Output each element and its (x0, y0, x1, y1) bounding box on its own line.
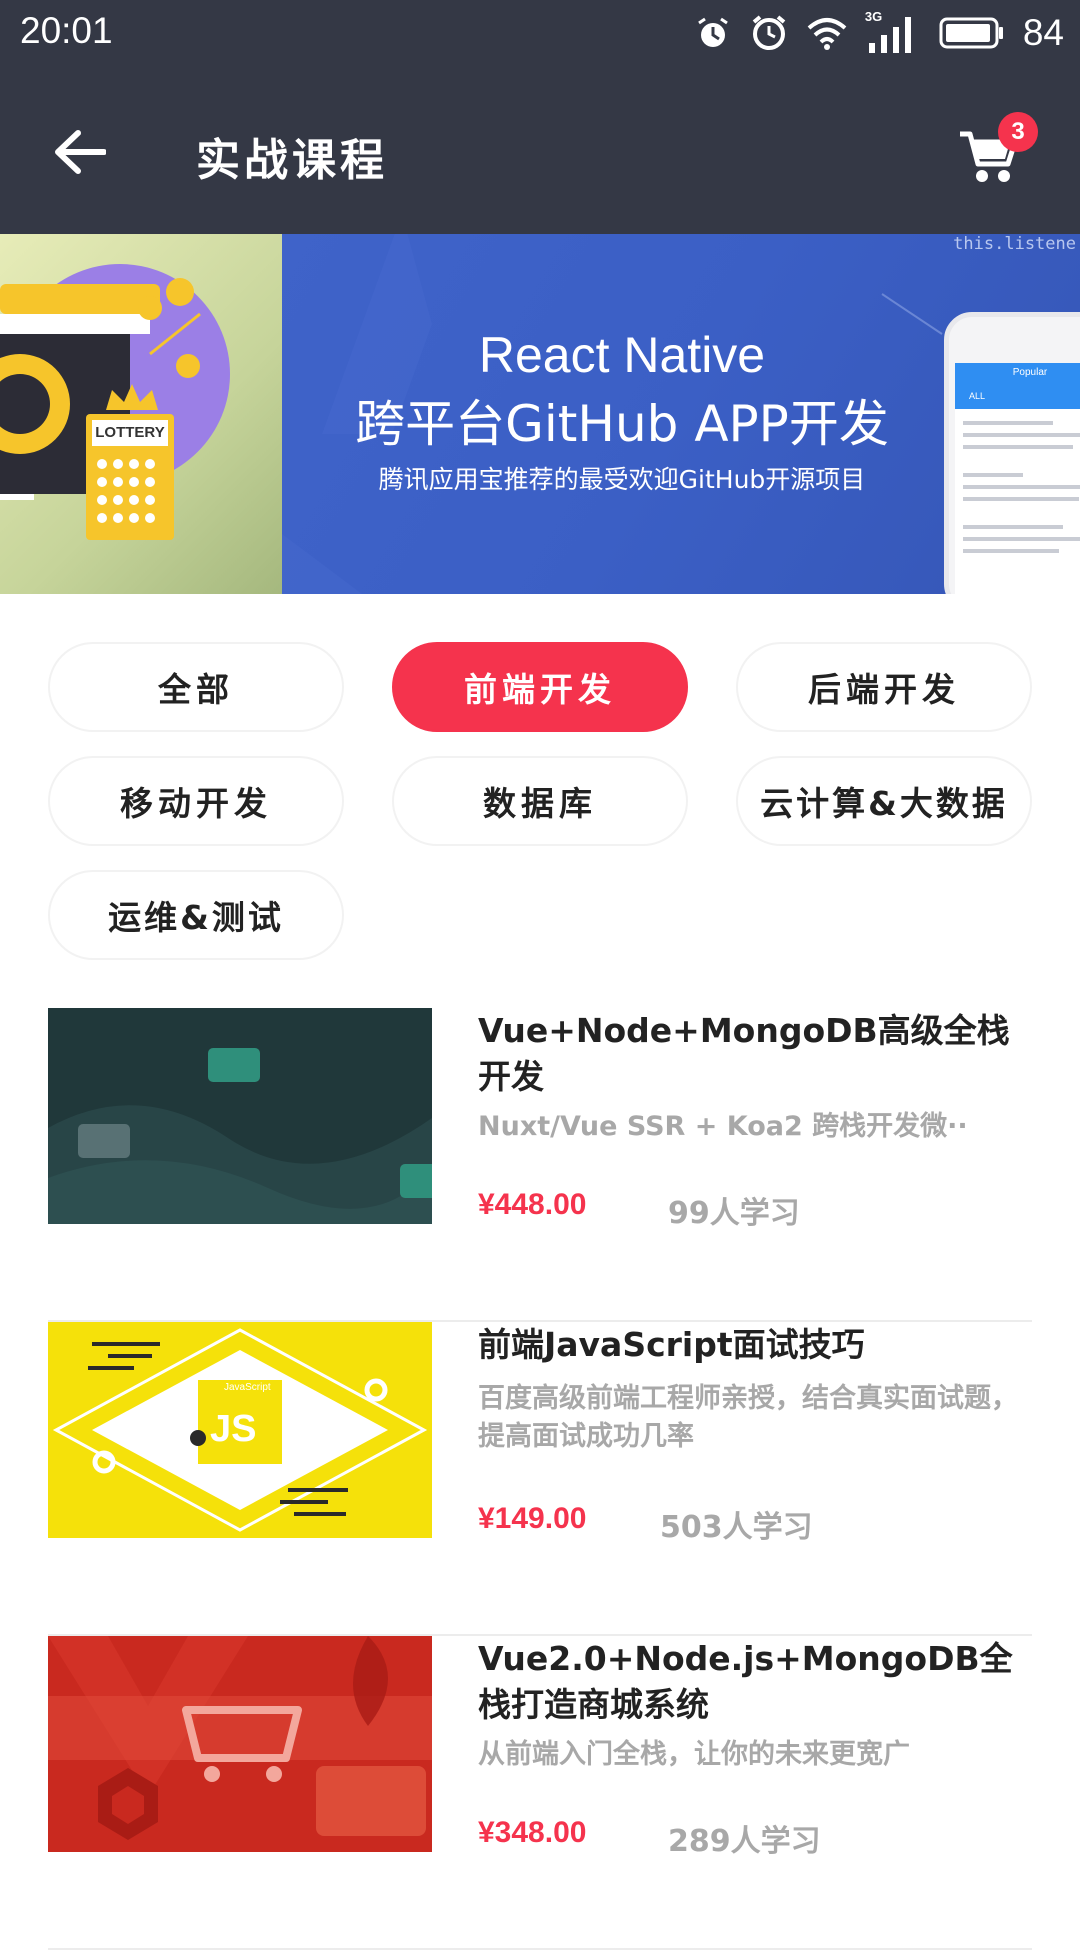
category-chip-mobile[interactable]: 移动开发 (48, 756, 344, 846)
lottery-illustration (0, 264, 230, 540)
banner-subtitle: 腾讯应用宝推荐的最受欢迎GitHub开源项目 (378, 465, 866, 494)
battery-icon (939, 16, 1005, 50)
course-learners: 289人学习 (668, 1824, 821, 1859)
banner-title-line2: 跨平台GitHub APP开发 (355, 395, 889, 453)
battery-level: 84 (1022, 12, 1064, 53)
course-title: Vue2.0+Node.js+MongoDB全栈打造商城系统 (478, 1639, 1013, 1724)
course-thumbnail (48, 1636, 432, 1852)
network-type: 3G (864, 9, 883, 24)
page-title: 实战课程 (196, 135, 388, 186)
phone-text-line (963, 537, 1080, 541)
thumb-js-caption: JavaScript (224, 1382, 271, 1393)
course-learners: 503人学习 (660, 1510, 813, 1545)
alarm-icon (695, 15, 731, 51)
phone-screen: Popular ALL (955, 363, 1080, 594)
phone-text-line (963, 485, 1080, 489)
category-chip-cloud-bigdata[interactable]: 云计算&大数据 (736, 756, 1032, 846)
phone-header-tab: ALL (969, 391, 986, 401)
status-time: 20:01 (20, 10, 113, 51)
category-chip-frontend[interactable]: 前端开发 (392, 642, 688, 732)
phone-text-line (963, 473, 1023, 477)
wifi-icon (807, 16, 847, 50)
signal-icon: 3G (865, 9, 921, 53)
category-chip-backend[interactable]: 后端开发 (736, 642, 1032, 732)
course-price: ¥448.00 (478, 1188, 587, 1221)
cart-badge: 3 (998, 112, 1038, 152)
phone-text-line (963, 549, 1059, 553)
course-description: 从前端入门全栈，让你的未来更宽广 (478, 1739, 910, 1770)
cart-button[interactable]: 3 (948, 112, 1038, 202)
phone-text-line (963, 497, 1079, 501)
course-title: 前端JavaScript面试技巧 (478, 1325, 865, 1364)
status-bar: 20:01 3G 84 (0, 0, 1080, 68)
phone-app-header: Popular ALL (955, 363, 1080, 409)
category-chip-ops-testing[interactable]: 运维&测试 (48, 870, 344, 960)
banner-title-line1: React Native (478, 327, 766, 383)
course-item[interactable]: Vue+Node+MongoDB高级全栈开发 Nuxt/Vue SSR + Ko… (48, 1008, 1032, 1322)
phone-mockup: Popular ALL (944, 312, 1080, 594)
course-description: 百度高级前端工程师亲授，结合真实面试题，提高面试成功几率 (478, 1383, 1018, 1452)
course-learners: 99人学习 (668, 1196, 800, 1231)
course-thumbnail: JS JavaScript (48, 1322, 432, 1538)
course-price: ¥149.00 (478, 1502, 587, 1535)
clock-icon (749, 13, 789, 53)
banner-slide-lottery[interactable]: LOTTERY (0, 234, 282, 594)
course-thumbnail-art (48, 1008, 432, 1224)
course-item[interactable]: JS JavaScript 前端JavaScript面试技巧 百度高级前端工程师… (48, 1322, 1032, 1636)
banner-carousel[interactable]: LOTTERY this.listene React Native 跨平台Git… (0, 234, 1080, 594)
category-chip-all[interactable]: 全部 (48, 642, 344, 732)
back-button[interactable] (40, 114, 120, 194)
phone-header-title: Popular (1012, 367, 1048, 378)
phone-text-line (963, 525, 1063, 529)
banner-slide-react-native[interactable]: this.listene React Native 跨平台GitHub APP开… (282, 234, 1080, 594)
course-title: Vue+Node+MongoDB高级全栈开发 (478, 1011, 1010, 1096)
course-item[interactable]: Vue2.0+Node.js+MongoDB全栈打造商城系统 从前端入门全栈，让… (48, 1636, 1032, 1950)
banner-left-label: LOTTERY (95, 424, 165, 441)
category-chip-database[interactable]: 数据库 (392, 756, 688, 846)
course-thumbnail-art (48, 1636, 432, 1852)
course-description: Nuxt/Vue SSR + Koa2 跨栈开发微·· (478, 1111, 968, 1142)
status-icons: 3G 84 (695, 8, 1064, 58)
course-price: ¥348.00 (478, 1816, 587, 1849)
phone-text-line (963, 445, 1073, 449)
phone-text-line (963, 421, 1053, 425)
course-thumbnail (48, 1008, 432, 1224)
back-arrow-icon (54, 129, 107, 179)
app-bar: 实战课程 3 (0, 68, 1080, 234)
phone-text-line (963, 433, 1080, 437)
banner-code-text: this.listene (953, 234, 1076, 254)
thumb-js-label: JS (210, 1408, 257, 1450)
